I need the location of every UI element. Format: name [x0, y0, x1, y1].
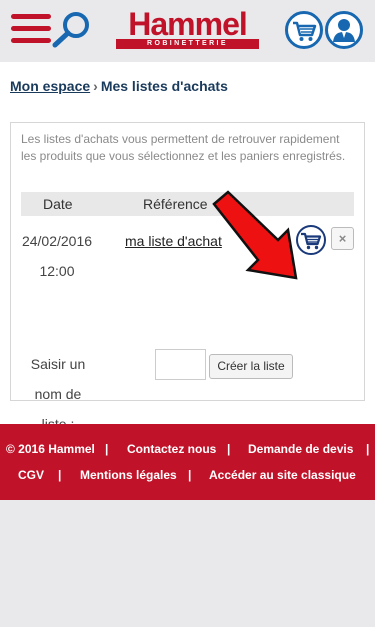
- shopping-cart-icon[interactable]: [285, 11, 323, 49]
- footer-row-1: © 2016 Hammel | Contactez nous | Demande…: [0, 436, 375, 462]
- footer-separator: |: [366, 442, 370, 456]
- delete-list-button[interactable]: ×: [331, 227, 354, 250]
- header: Hammel ROBINETTERIE: [0, 0, 375, 62]
- page-title: Mes listes d'achats: [100, 78, 228, 94]
- footer-separator: |: [58, 468, 62, 482]
- main-content: Mon espace › Mes listes d'achats Les liste…: [0, 62, 375, 432]
- create-list-button[interactable]: Créer la liste: [209, 354, 293, 379]
- contact-link[interactable]: Contactez nous: [127, 436, 216, 462]
- footer: © 2016 Hammel | Contactez nous | Demande…: [0, 424, 375, 500]
- copyright-text: © 2016 Hammel: [6, 442, 95, 456]
- quote-request-link[interactable]: Demande de devis: [248, 436, 353, 462]
- breadcrumb: Mon espace › Mes listes d'achats: [10, 78, 228, 94]
- column-reference: Référence: [143, 196, 208, 212]
- row-date: 24/02/2016 12:00: [21, 233, 93, 279]
- new-list-name-input[interactable]: [155, 349, 206, 380]
- user-glyph-icon: [333, 19, 355, 42]
- legal-notice-link[interactable]: Mentions légales: [80, 462, 177, 488]
- footer-row-2: CGV | Mentions légales | Accéder au site…: [0, 462, 375, 488]
- logo-text: Hammel: [128, 6, 248, 42]
- footer-separator: |: [105, 442, 109, 456]
- cart-glyph-icon: [293, 21, 317, 41]
- footer-separator: |: [227, 442, 231, 456]
- hammel-logo[interactable]: Hammel ROBINETTERIE: [115, 6, 260, 50]
- intro-text: Les listes d'achats vous permettent de r…: [21, 132, 346, 163]
- magnifier-icon[interactable]: [50, 10, 92, 50]
- classic-site-link[interactable]: Accéder au site classique: [209, 462, 356, 488]
- column-date: Date: [43, 196, 73, 212]
- breadcrumb-home-link[interactable]: Mon espace: [10, 78, 90, 94]
- user-account-icon[interactable]: [325, 11, 363, 49]
- red-arrow-annotation: [212, 190, 298, 280]
- breadcrumb-separator: ›: [93, 78, 98, 94]
- logo-subtext: ROBINETTERIE: [116, 39, 259, 49]
- hamburger-menu-icon[interactable]: [11, 13, 51, 45]
- footer-separator: |: [188, 468, 192, 482]
- cgv-link[interactable]: CGV: [18, 462, 44, 488]
- purchase-lists-panel: Les listes d'achats vous permettent de r…: [10, 122, 365, 432]
